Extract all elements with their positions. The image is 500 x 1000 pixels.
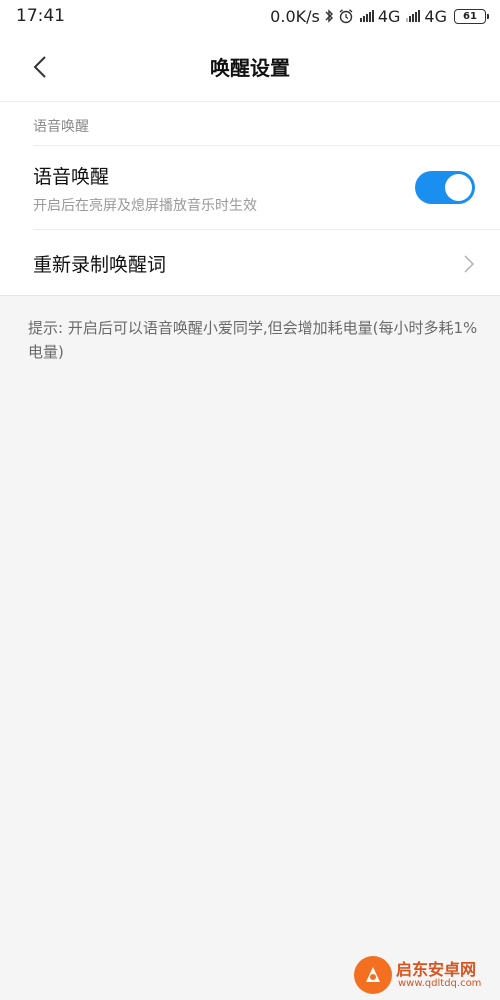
alarm-icon xyxy=(339,9,353,24)
watermark-url: www.qdltdq.com xyxy=(398,978,482,989)
hint-text: 提示: 开启后可以语音唤醒小爱同学,但会增加耗电量(每小时多耗1%电量) xyxy=(28,319,478,361)
rerecord-text: 重新录制唤醒词 xyxy=(33,250,166,277)
signal-icon xyxy=(359,10,374,22)
battery-icon: 61 xyxy=(454,8,489,24)
chevron-right-icon xyxy=(464,255,475,273)
watermark: 启东安卓网 www.qdltdq.com xyxy=(354,946,494,998)
network-type-1: 4G xyxy=(377,6,401,26)
voice-wake-toggle[interactable] xyxy=(415,171,475,204)
chevron-left-icon xyxy=(33,56,46,78)
bluetooth-icon xyxy=(325,9,333,23)
page-title: 唤醒设置 xyxy=(210,56,290,80)
voice-wake-subtitle: 开启后在亮屏及熄屏播放音乐时生效 xyxy=(33,197,257,214)
watermark-name: 启东安卓网 xyxy=(396,960,477,979)
rerecord-wake-word-row[interactable]: 重新录制唤醒词 xyxy=(0,230,500,296)
header: 唤醒设置 xyxy=(0,32,500,102)
toggle-knob xyxy=(445,174,472,201)
status-icons: 0.0K/s 4G 4G 61 xyxy=(270,6,489,26)
voice-wake-title: 语音唤醒 xyxy=(33,165,110,188)
status-time: 17:41 xyxy=(16,6,65,26)
watermark-logo-icon xyxy=(354,956,392,994)
network-type-2: 4G xyxy=(424,6,447,26)
rerecord-title: 重新录制唤醒词 xyxy=(33,253,167,276)
voice-wake-text: 语音唤醒 开启后在亮屏及熄屏播放音乐时生效 xyxy=(33,162,257,215)
signal-icon-2 xyxy=(406,10,421,22)
network-speed: 0.0K/s xyxy=(270,6,320,26)
voice-wake-row[interactable]: 语音唤醒 开启后在亮屏及熄屏播放音乐时生效 xyxy=(0,146,500,230)
status-bar: 17:41 0.0K/s 4G 4G 61 xyxy=(0,0,500,32)
section-label: 语音唤醒 xyxy=(33,119,89,135)
back-button[interactable] xyxy=(22,50,58,84)
settings-section: 语音唤醒 语音唤醒 开启后在亮屏及熄屏播放音乐时生效 重新录制唤醒词 xyxy=(0,102,500,296)
